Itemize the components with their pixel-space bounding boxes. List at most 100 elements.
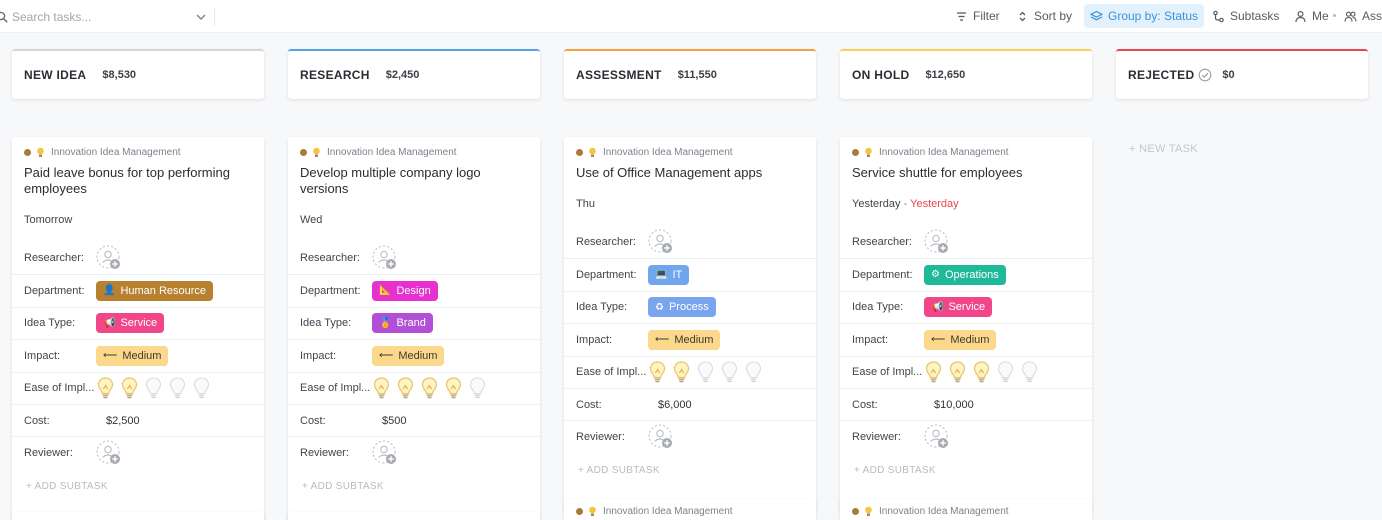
impact-pill[interactable]: ⟵ Medium (924, 329, 997, 350)
task-title[interactable]: Service shuttle for employees (852, 165, 1080, 181)
me-button[interactable]: Me (1290, 4, 1333, 28)
group-by-button[interactable]: Group by: Status (1084, 4, 1205, 28)
lightbulb-rating-icon[interactable] (396, 376, 415, 400)
department-pill[interactable]: ⚙ Operations (924, 264, 1006, 285)
field-value[interactable] (96, 245, 122, 271)
card-breadcrumb[interactable]: Innovation Idea Management (300, 147, 457, 158)
task-title[interactable]: Paid leave bonus for top performing empl… (24, 165, 252, 197)
column-header-assessment[interactable]: ASSESSMENT $11,550 (564, 49, 816, 99)
column-header-on-hold[interactable]: ON HOLD $12,650 (840, 49, 1092, 99)
field-value[interactable]: 📢 Service (924, 297, 993, 318)
card-breadcrumb[interactable]: Innovation Idea Management (576, 506, 733, 517)
ease-rating[interactable] (924, 360, 1039, 384)
cost-value[interactable]: $500 (382, 415, 406, 427)
lightbulb-rating-icon[interactable] (744, 360, 763, 384)
sort-button[interactable]: Sort by (1012, 4, 1076, 28)
card-breadcrumb[interactable]: Innovation Idea Management (24, 147, 181, 158)
add-subtask-button[interactable]: + ADD SUBTASK (302, 481, 384, 492)
field-value[interactable] (372, 245, 398, 271)
field-value[interactable] (924, 229, 950, 255)
field-value[interactable] (96, 376, 211, 400)
add-reviewer-icon[interactable] (924, 424, 950, 450)
lightbulb-rating-icon[interactable] (720, 360, 739, 384)
idea-type-pill[interactable]: 🏅 Brand (372, 313, 433, 334)
card-breadcrumb[interactable]: Innovation Idea Management (852, 147, 1009, 158)
field-value[interactable]: ⟵ Medium (648, 329, 721, 350)
add-subtask-button[interactable]: + ADD SUBTASK (26, 481, 108, 492)
field-value[interactable] (372, 440, 398, 466)
task-card[interactable]: Innovation Idea Management Paid leave bo… (12, 137, 264, 520)
due-date[interactable]: Thu (576, 198, 595, 210)
add-subtask-button[interactable]: + ADD SUBTASK (578, 465, 660, 476)
lightbulb-rating-icon[interactable] (96, 376, 115, 400)
card-breadcrumb[interactable]: Innovation Idea Management (576, 147, 733, 158)
field-value[interactable]: 💻 IT (648, 264, 690, 285)
add-researcher-icon[interactable] (648, 229, 674, 255)
task-card[interactable]: Innovation Idea Management Develop multi… (288, 137, 540, 520)
field-value[interactable]: ♻ Process (648, 297, 716, 318)
lightbulb-rating-icon[interactable] (120, 376, 139, 400)
lightbulb-rating-icon[interactable] (444, 376, 463, 400)
card-peek[interactable]: Innovation Idea Management (564, 499, 816, 520)
field-value[interactable]: $500 (372, 415, 406, 427)
search-box[interactable]: Search tasks... (0, 0, 215, 33)
lightbulb-rating-icon[interactable] (996, 360, 1015, 384)
column-header-rejected[interactable]: REJECTED $0 (1116, 49, 1368, 99)
ease-rating[interactable] (372, 376, 487, 400)
idea-type-pill[interactable]: 📢 Service (924, 297, 993, 318)
add-researcher-icon[interactable] (96, 245, 122, 271)
new-task-button[interactable]: + NEW TASK (1129, 143, 1198, 155)
lightbulb-rating-icon[interactable] (972, 360, 991, 384)
field-value[interactable] (648, 229, 674, 255)
lightbulb-rating-icon[interactable] (144, 376, 163, 400)
department-pill[interactable]: 📐 Design (372, 280, 438, 301)
lightbulb-rating-icon[interactable] (420, 376, 439, 400)
add-subtask-button[interactable]: + ADD SUBTASK (854, 465, 936, 476)
field-value[interactable] (372, 376, 487, 400)
chevron-down-icon[interactable] (195, 11, 207, 23)
field-value[interactable]: 🏅 Brand (372, 313, 433, 334)
task-card[interactable]: Innovation Idea Management Service shutt… (840, 137, 1092, 514)
lightbulb-rating-icon[interactable] (948, 360, 967, 384)
add-researcher-icon[interactable] (924, 229, 950, 255)
field-value[interactable]: $6,000 (648, 399, 692, 411)
add-reviewer-icon[interactable] (372, 440, 398, 466)
field-value[interactable]: 📢 Service (96, 313, 165, 334)
department-pill[interactable]: 💻 IT (648, 264, 690, 285)
lightbulb-rating-icon[interactable] (696, 360, 715, 384)
field-value[interactable] (96, 440, 122, 466)
lightbulb-rating-icon[interactable] (1020, 360, 1039, 384)
field-value[interactable]: $10,000 (924, 399, 974, 411)
assignees-button[interactable]: Assi (1340, 4, 1382, 28)
impact-pill[interactable]: ⟵ Medium (372, 345, 445, 366)
search-input[interactable]: Search tasks... (12, 10, 195, 24)
idea-type-pill[interactable]: ♻ Process (648, 297, 716, 318)
due-date[interactable]: Wed (300, 214, 322, 226)
card-breadcrumb[interactable]: Innovation Idea Management (852, 506, 1009, 517)
field-value[interactable]: ⟵ Medium (372, 345, 445, 366)
ease-rating[interactable] (648, 360, 763, 384)
filter-button[interactable]: Filter (951, 4, 1004, 28)
card-peek[interactable] (12, 512, 264, 520)
field-value[interactable]: ⟵ Medium (96, 345, 169, 366)
column-header-research[interactable]: RESEARCH $2,450 (288, 49, 540, 99)
card-peek[interactable] (288, 512, 540, 520)
column-header-new-idea[interactable]: NEW IDEA $8,530 (12, 49, 264, 99)
lightbulb-rating-icon[interactable] (372, 376, 391, 400)
department-pill[interactable]: 👤 Human Resource (96, 280, 214, 301)
cost-value[interactable]: $2,500 (106, 415, 140, 427)
field-value[interactable] (648, 360, 763, 384)
lightbulb-rating-icon[interactable] (192, 376, 211, 400)
field-value[interactable] (648, 424, 674, 450)
impact-pill[interactable]: ⟵ Medium (96, 345, 169, 366)
field-value[interactable]: 👤 Human Resource (96, 280, 214, 301)
field-value[interactable] (924, 424, 950, 450)
impact-pill[interactable]: ⟵ Medium (648, 329, 721, 350)
task-title[interactable]: Use of Office Management apps (576, 165, 804, 181)
lightbulb-rating-icon[interactable] (924, 360, 943, 384)
cost-value[interactable]: $6,000 (658, 399, 692, 411)
lightbulb-rating-icon[interactable] (672, 360, 691, 384)
due-date[interactable]: Yesterday - Yesterday (852, 198, 959, 210)
ease-rating[interactable] (96, 376, 211, 400)
field-value[interactable]: 📐 Design (372, 280, 438, 301)
